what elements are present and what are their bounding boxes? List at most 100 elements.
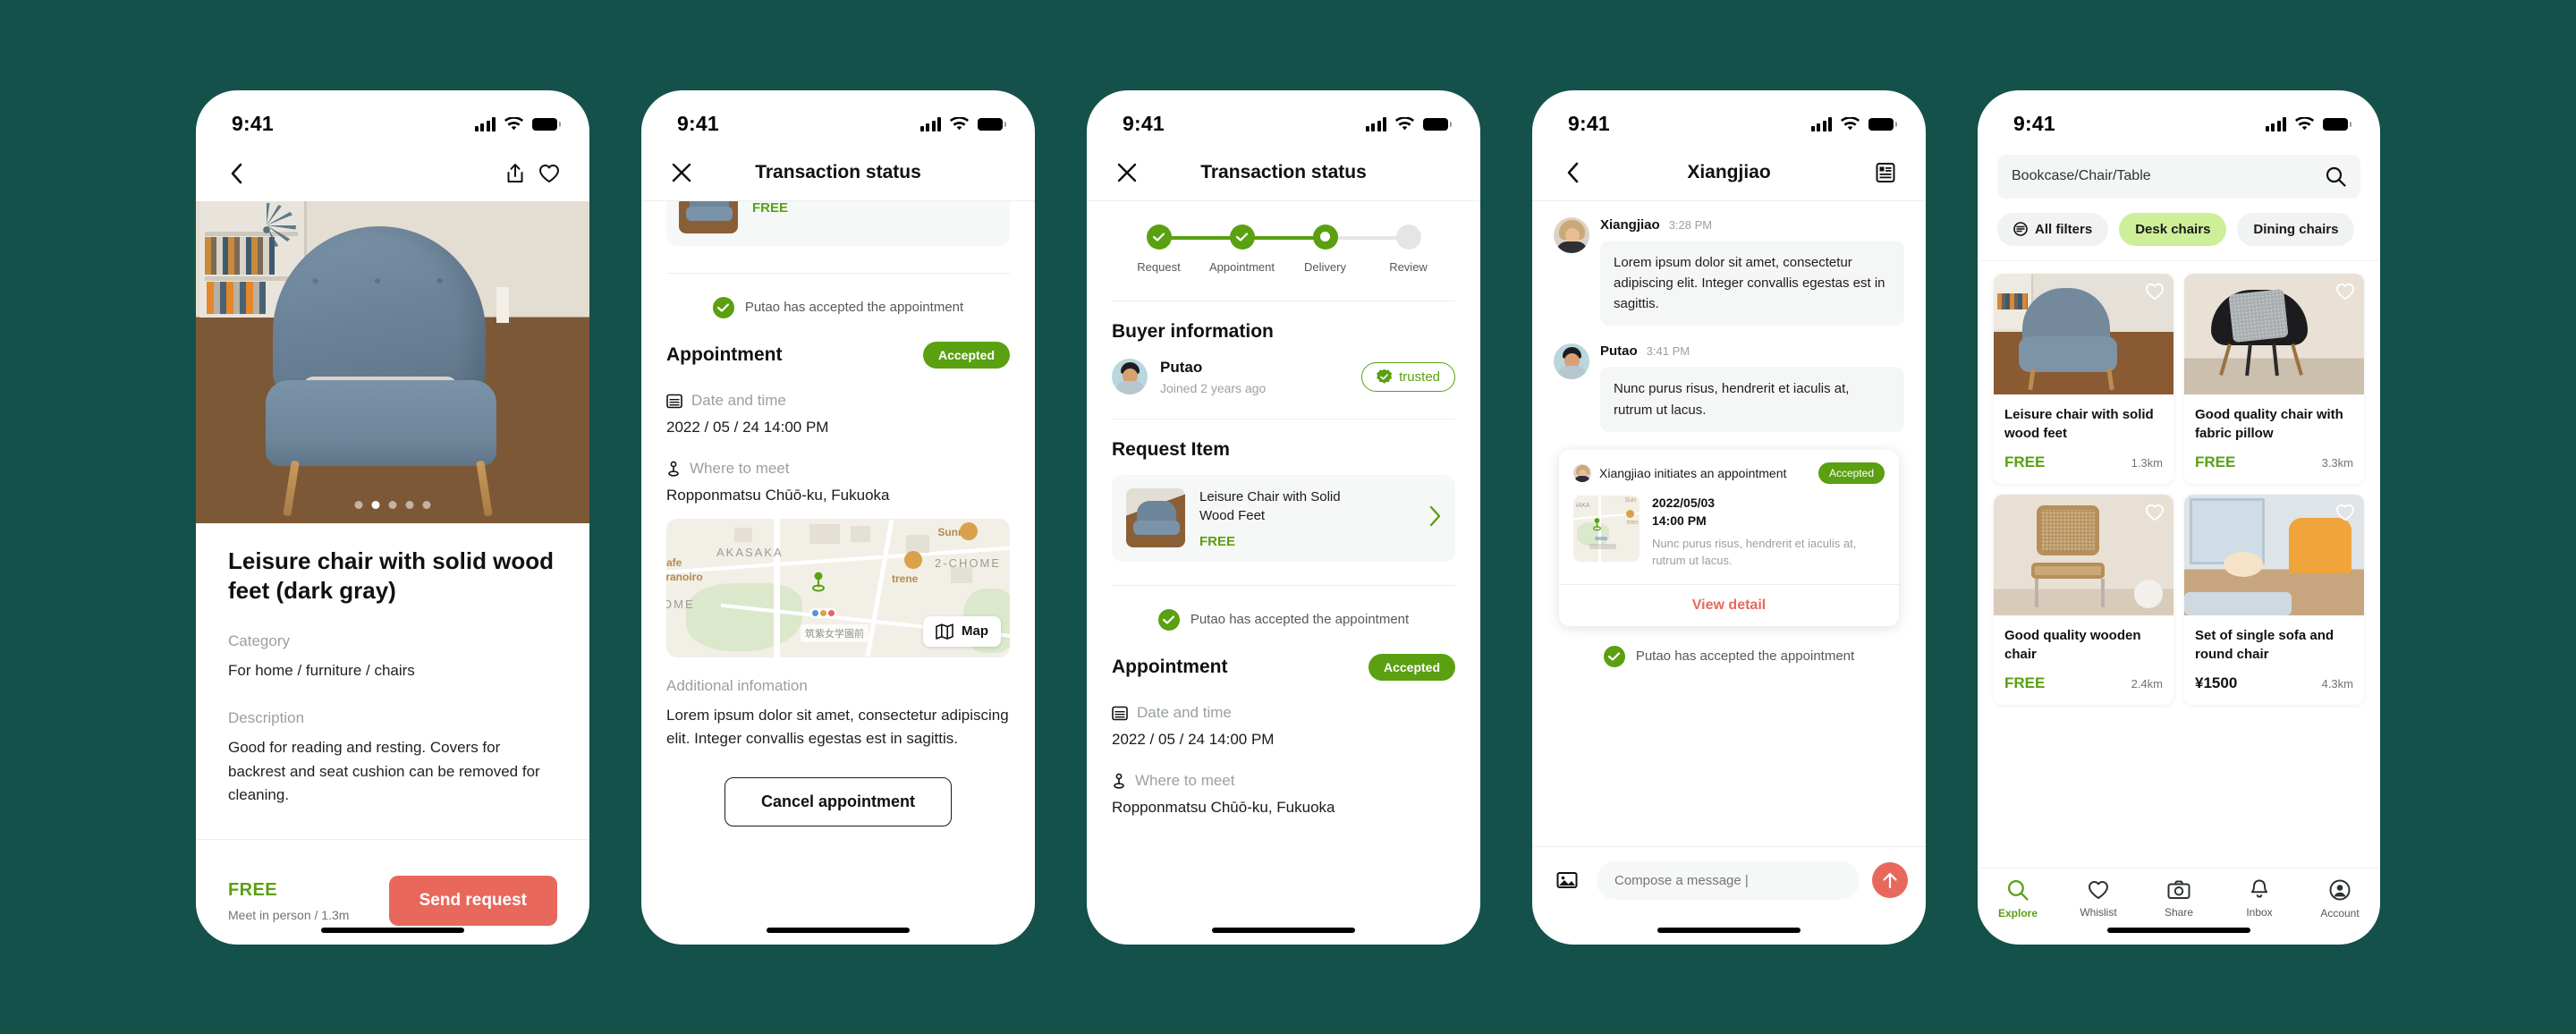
chip-label: Dining chairs bbox=[2253, 221, 2339, 237]
search-icon[interactable] bbox=[2326, 166, 2346, 187]
step-node-done-icon bbox=[1229, 224, 1255, 250]
product-distance: 1.3km bbox=[2131, 455, 2163, 470]
status-icons bbox=[1810, 116, 1897, 131]
step-label: Review bbox=[1389, 259, 1428, 274]
location-pin-icon bbox=[668, 461, 679, 477]
additional-label: Additional infomation bbox=[666, 676, 808, 694]
map-thumbnail: iAKA Sun tren bbox=[1573, 495, 1640, 562]
product-photo bbox=[1994, 273, 2174, 394]
check-icon bbox=[1157, 608, 1180, 631]
message-list: Xiangjiao 3:28 PM Lorem ipsum dolor sit … bbox=[1532, 201, 1926, 846]
check-icon bbox=[1603, 645, 1625, 667]
favorite-button[interactable] bbox=[2145, 504, 2165, 526]
tab-label: Share bbox=[2164, 905, 2194, 919]
tab-label: Explore bbox=[1997, 906, 2038, 920]
chip-all-filters[interactable]: All filters bbox=[1997, 212, 2109, 246]
message-bubble: Lorem ipsum dolor sit amet, consectetur … bbox=[1600, 240, 1904, 326]
step-label: Delivery bbox=[1304, 259, 1346, 274]
account-icon bbox=[2329, 879, 2351, 900]
transaction-navbar: Transaction status bbox=[1087, 146, 1480, 201]
additional-value: Lorem ipsum dolor sit amet, consectetur … bbox=[666, 706, 1009, 747]
step-request[interactable]: Request bbox=[1117, 224, 1242, 274]
tab-explore[interactable]: Explore bbox=[1978, 879, 2058, 920]
avatar bbox=[1573, 463, 1591, 482]
home-indicator bbox=[1212, 927, 1355, 933]
product-card[interactable]: Leisure chair with solid wood feet FREE … bbox=[1994, 273, 2174, 484]
appointment-card[interactable]: Xiangjiao initiates an appointment Accep… bbox=[1559, 449, 1899, 626]
favorite-button[interactable] bbox=[2335, 283, 2355, 305]
location-marker-icon bbox=[809, 571, 827, 594]
close-button[interactable] bbox=[1110, 156, 1144, 190]
favorite-button[interactable] bbox=[2335, 504, 2355, 526]
phone-transaction-status: 9:41 Transaction status Request Appointm… bbox=[1087, 89, 1480, 945]
cancel-appointment-button[interactable]: Cancel appointment bbox=[724, 777, 953, 827]
buyer-heading: Buyer information bbox=[1112, 320, 1274, 342]
attach-image-button[interactable] bbox=[1550, 863, 1584, 897]
product-card[interactable]: Set of single sofa and round chair ¥1500… bbox=[2184, 494, 2364, 705]
status-time: 9:41 bbox=[2013, 112, 2055, 135]
search-box[interactable] bbox=[1997, 154, 2360, 199]
step-node-current-icon bbox=[1312, 224, 1338, 250]
tab-share[interactable]: Share bbox=[2139, 880, 2219, 919]
phone-explore: 9:41 All filters Desk chairs bbox=[1978, 89, 2380, 945]
message-input[interactable] bbox=[1597, 860, 1860, 900]
arrow-up-icon bbox=[1883, 872, 1897, 889]
share-button[interactable] bbox=[498, 157, 532, 191]
map-icon bbox=[936, 623, 953, 640]
tab-inbox[interactable]: Inbox bbox=[2219, 879, 2300, 919]
status-icons bbox=[2265, 116, 2351, 131]
step-delivery[interactable]: Delivery bbox=[1284, 224, 1409, 274]
back-button[interactable] bbox=[1555, 156, 1589, 190]
map-chome-label-2: OME bbox=[666, 597, 695, 611]
chevron-right-icon bbox=[1428, 505, 1441, 531]
home-indicator bbox=[2107, 927, 2250, 933]
step-review[interactable]: Review bbox=[1367, 224, 1450, 274]
divider bbox=[666, 272, 1010, 274]
request-item-card-partial[interactable]: FREE bbox=[666, 200, 1010, 246]
price-value: FREE bbox=[228, 879, 277, 900]
filter-chips: All filters Desk chairs Dining chairs bbox=[1978, 199, 2380, 261]
request-item-card[interactable]: Leisure Chair with Solid Wood Feet FREE bbox=[1112, 474, 1455, 562]
step-appointment[interactable]: Appointment bbox=[1200, 224, 1326, 274]
chip-label: Desk chairs bbox=[2135, 221, 2211, 237]
product-price: FREE bbox=[2195, 453, 2236, 470]
map-preview[interactable]: AKASAKA 2-CHOME OME Sunny afe oranoiro t… bbox=[666, 518, 1010, 657]
appointment-card-header: Xiangjiao initiates an appointment bbox=[1599, 465, 1787, 480]
product-grid: Leisure chair with solid wood feet FREE … bbox=[1978, 261, 2380, 868]
favorite-button[interactable] bbox=[532, 157, 566, 191]
send-button[interactable] bbox=[1872, 862, 1908, 898]
chat-message: Putao 3:41 PM Nunc purus risus, hendreri… bbox=[1554, 343, 1904, 432]
calendar-icon bbox=[1112, 706, 1128, 720]
tab-whislist[interactable]: Whislist bbox=[2058, 880, 2139, 919]
status-bar: 9:41 bbox=[1978, 90, 2380, 146]
status-badge: Accepted bbox=[922, 341, 1010, 369]
carousel-dots[interactable] bbox=[354, 500, 431, 509]
chip-dining-chairs[interactable]: Dining chairs bbox=[2237, 212, 2355, 246]
view-detail-link[interactable]: View detail bbox=[1559, 583, 1899, 626]
buyer-row[interactable]: Putao Joined 2 years ago trusted bbox=[1112, 359, 1455, 395]
back-button[interactable] bbox=[219, 157, 253, 191]
heart-icon bbox=[2336, 283, 2354, 300]
favorite-button[interactable] bbox=[2145, 283, 2165, 305]
chip-desk-chairs[interactable]: Desk chairs bbox=[2119, 212, 2227, 246]
request-item-name: Leisure Chair with Solid Wood Feet bbox=[1199, 488, 1341, 523]
product-title: Set of single sofa and round chair bbox=[2195, 627, 2334, 662]
chat-navbar: Xiangjiao bbox=[1532, 146, 1926, 201]
product-distance: 3.3km bbox=[2321, 455, 2353, 470]
open-map-button[interactable]: Map bbox=[923, 615, 1001, 647]
search-input[interactable] bbox=[2012, 168, 2326, 184]
product-card[interactable]: Good quality chair with fabric pillow FR… bbox=[2184, 273, 2364, 484]
tab-account[interactable]: Account bbox=[2300, 879, 2380, 920]
appointment-header: Appointment Accepted bbox=[1112, 653, 1455, 681]
product-distance: 2.4km bbox=[2131, 676, 2163, 691]
share-icon bbox=[507, 163, 523, 182]
page-title: Transaction status bbox=[755, 162, 921, 182]
send-request-button[interactable]: Send request bbox=[388, 876, 557, 926]
detail-screen: Leisure chair with solid wood feet (dark… bbox=[196, 200, 589, 945]
product-image-carousel[interactable] bbox=[196, 200, 589, 523]
product-card[interactable]: Good quality wooden chair FREE 2.4km bbox=[1994, 494, 2174, 705]
place-value: Ropponmatsu Chūō-ku, Fukuoka bbox=[1112, 798, 1335, 816]
home-indicator bbox=[321, 927, 464, 933]
transaction-detail-button[interactable] bbox=[1868, 156, 1902, 190]
close-button[interactable] bbox=[665, 156, 699, 190]
